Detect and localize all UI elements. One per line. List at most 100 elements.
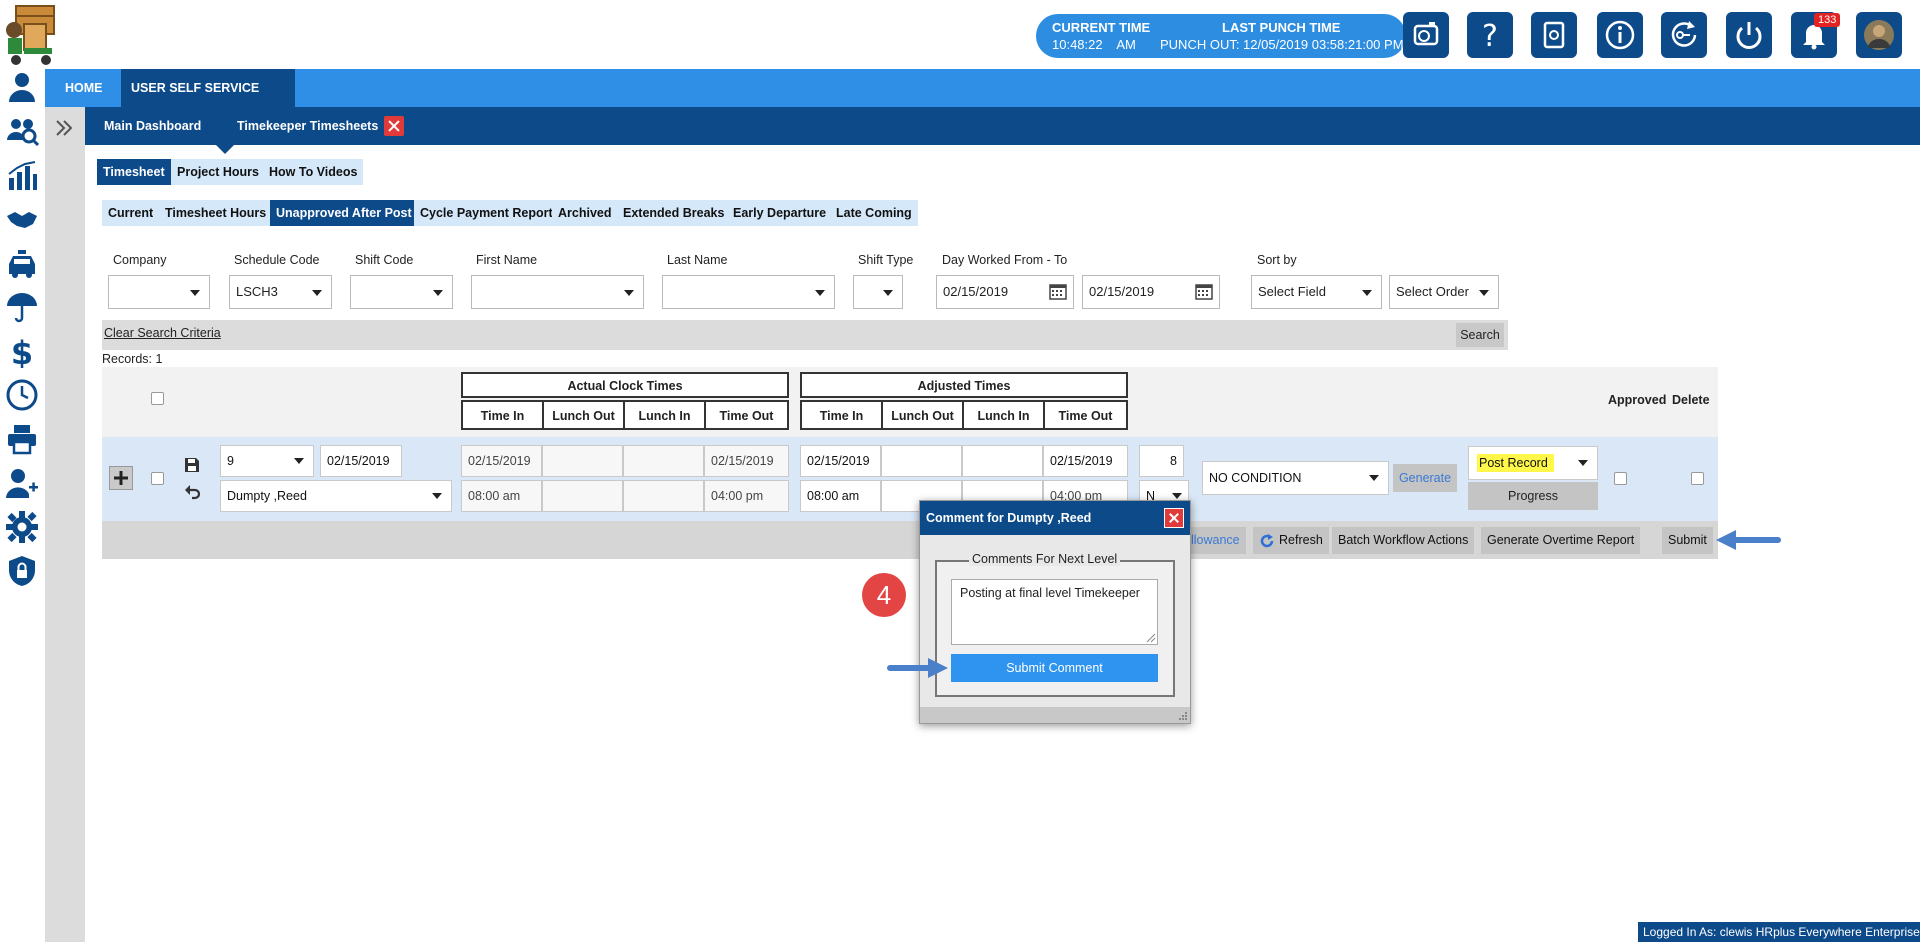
comment-modal: Comment for Dumpty ,Reed Comments For Ne… xyxy=(919,500,1191,724)
undo-icon[interactable] xyxy=(184,484,200,500)
profile-button[interactable] xyxy=(1856,12,1902,58)
expand-row-button[interactable] xyxy=(109,466,133,490)
resize-grip-icon[interactable] xyxy=(1178,711,1188,721)
date-from-input[interactable]: 02/15/2019 xyxy=(936,275,1074,309)
adjusted-time-in[interactable]: 08:00 am xyxy=(800,480,881,512)
user-icon xyxy=(9,73,35,102)
delete-checkbox[interactable] xyxy=(1691,472,1704,485)
search-button[interactable]: Search xyxy=(1456,323,1504,347)
adjusted-date-in[interactable]: 02/15/2019 xyxy=(800,445,881,477)
left-gutter xyxy=(45,107,85,942)
shift-code-select[interactable] xyxy=(350,275,453,309)
adjusted-lunch-out-cell[interactable] xyxy=(881,445,962,477)
submit-comment-button[interactable]: Submit Comment xyxy=(951,654,1158,682)
refresh-button[interactable]: Refresh xyxy=(1253,527,1329,554)
side-security[interactable] xyxy=(4,553,40,589)
tab-timesheet-hours[interactable]: Timesheet Hours xyxy=(159,200,273,226)
logout-button[interactable] xyxy=(1726,12,1772,58)
submit-button[interactable]: Submit xyxy=(1662,527,1713,554)
tab-user-self-service[interactable]: USER SELF SERVICE xyxy=(121,69,295,136)
timeclock-button[interactable] xyxy=(1403,12,1449,58)
side-handshake[interactable] xyxy=(4,201,40,237)
tab-home[interactable]: HOME xyxy=(55,69,113,107)
adjusted-lunch-in-header: Lunch In xyxy=(962,400,1045,430)
close-icon[interactable] xyxy=(1164,508,1184,528)
expand-panel-button[interactable] xyxy=(54,118,74,138)
generate-button[interactable]: Generate xyxy=(1393,464,1457,492)
date-to-value: 02/15/2019 xyxy=(1089,284,1155,299)
shift-select[interactable]: 9 xyxy=(220,445,314,477)
row-checkbox[interactable] xyxy=(151,472,164,485)
chevron-down-icon xyxy=(1362,290,1372,296)
side-travel[interactable] xyxy=(4,245,40,281)
side-insurance[interactable] xyxy=(4,289,40,325)
resize-handle-icon[interactable] xyxy=(1146,633,1156,643)
tab-early-departure[interactable]: Early Departure xyxy=(727,200,833,226)
tab-main-dashboard[interactable]: Main Dashboard xyxy=(104,107,201,145)
company-select[interactable] xyxy=(108,275,210,309)
approved-checkbox[interactable] xyxy=(1614,472,1627,485)
tab-how-to-videos[interactable]: How To Videos xyxy=(263,159,364,185)
side-add-user[interactable] xyxy=(4,465,40,501)
side-payroll[interactable]: $ xyxy=(4,333,40,369)
comment-textarea[interactable]: Posting at final level Timekeeper xyxy=(951,579,1158,645)
help-button[interactable]: ? xyxy=(1467,12,1513,58)
side-search-people[interactable] xyxy=(4,113,40,149)
adjusted-lunch-in-cell[interactable] xyxy=(962,445,1043,477)
shift-type-select[interactable] xyxy=(853,275,903,309)
schedule-code-value: LSCH3 xyxy=(236,284,278,299)
calendar-icon[interactable] xyxy=(1195,284,1213,300)
time-panel: CURRENT TIME 10:48:22 AM LAST PUNCH TIME… xyxy=(1036,14,1406,58)
calendar-icon[interactable] xyxy=(1049,284,1067,300)
clock-icon xyxy=(6,379,38,411)
change-password-button[interactable] xyxy=(1661,12,1707,58)
tab-late-coming[interactable]: Late Coming xyxy=(830,200,918,226)
batch-workflow-button[interactable]: Batch Workflow Actions xyxy=(1332,527,1475,554)
chevron-down-icon xyxy=(883,290,893,296)
schedule-code-select[interactable]: LSCH3 xyxy=(229,275,332,309)
close-tab-icon[interactable] xyxy=(384,115,405,136)
side-time[interactable] xyxy=(4,377,40,413)
row-date-input[interactable]: 02/15/2019 xyxy=(320,445,402,477)
sort-order-select[interactable]: Select Order xyxy=(1389,275,1499,309)
settings-book-button[interactable] xyxy=(1531,12,1577,58)
dollar-icon: $ xyxy=(11,334,33,368)
side-settings[interactable] xyxy=(4,509,40,545)
table-row: 9 02/15/2019 Dumpty ,Reed 02/15/2019 02/… xyxy=(102,437,1718,521)
grid-header: Actual Clock Times Time In Lunch Out Lun… xyxy=(102,367,1718,437)
side-print[interactable] xyxy=(4,421,40,457)
top-tab-bar: HOME USER SELF SERVICE xyxy=(45,69,1920,136)
side-analytics[interactable] xyxy=(4,157,40,193)
actual-lunch-in-cell xyxy=(623,445,704,477)
select-all-checkbox[interactable] xyxy=(151,392,164,405)
tab-unapproved-after-post[interactable]: Unapproved After Post xyxy=(270,200,418,226)
date-to-input[interactable]: 02/15/2019 xyxy=(1082,275,1220,309)
sort-field-select[interactable]: Select Field xyxy=(1251,275,1382,309)
tab-timekeeper-timesheets[interactable]: Timekeeper Timesheets xyxy=(237,107,405,145)
action-select[interactable]: Post Record xyxy=(1468,446,1598,480)
tab-extended-breaks[interactable]: Extended Breaks xyxy=(617,200,731,226)
employee-select[interactable]: Dumpty ,Reed xyxy=(220,480,452,512)
first-name-select[interactable] xyxy=(471,275,644,309)
actual-time-out-header: Time Out xyxy=(704,400,789,430)
last-name-select[interactable] xyxy=(662,275,835,309)
save-icon[interactable] xyxy=(184,457,200,473)
condition-select[interactable]: NO CONDITION xyxy=(1202,461,1389,495)
taxi-icon xyxy=(9,250,35,278)
hours-input[interactable]: 8 xyxy=(1139,445,1184,477)
tab-cycle-payment-report[interactable]: Cycle Payment Report xyxy=(414,200,559,226)
chevron-down-icon xyxy=(433,290,443,296)
current-time-value: 10:48:22 AM xyxy=(1052,37,1136,52)
company-label: Company xyxy=(113,253,167,267)
tab-current[interactable]: Current xyxy=(102,200,160,226)
generate-overtime-button[interactable]: Generate Overtime Report xyxy=(1481,527,1641,554)
progress-button[interactable]: Progress xyxy=(1468,482,1598,510)
tab-timesheet[interactable]: Timesheet xyxy=(97,159,171,185)
tab-archived[interactable]: Archived xyxy=(552,200,618,226)
tab-project-hours[interactable]: Project Hours xyxy=(171,159,265,185)
adjusted-date-out[interactable]: 02/15/2019 xyxy=(1043,445,1128,477)
allowance-button[interactable]: llowance xyxy=(1185,527,1246,554)
info-button[interactable] xyxy=(1597,12,1643,58)
clear-search-link[interactable]: Clear Search Criteria xyxy=(104,326,221,340)
side-user[interactable] xyxy=(4,69,40,105)
